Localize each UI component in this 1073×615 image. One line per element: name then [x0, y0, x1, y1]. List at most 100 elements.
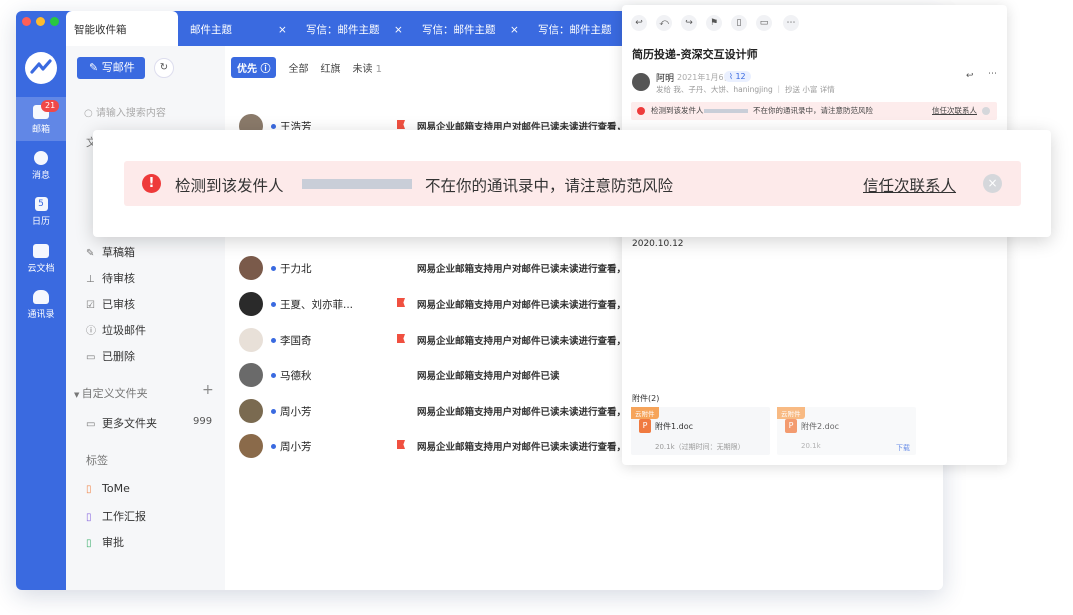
download-link[interactable]: 下载 [896, 443, 910, 453]
ppt-file-icon: P [639, 419, 651, 433]
table-row[interactable]: 王夏、刘亦菲... 网易企业邮箱支持用户对邮件已读未读进行查看，实时 [239, 292, 669, 316]
tag-tome[interactable]: ▯ ToMe [86, 482, 130, 495]
sender-warning-callout: ! 检测到该发件人 不在你的通讯录中，请注意防范风险 信任次联系人 × [93, 130, 1051, 237]
rail-item-docs[interactable]: 云文档 [16, 244, 66, 274]
mail-subject: 网易企业邮箱支持用户对邮件已读未读进行查看，实时 [417, 336, 627, 347]
folder-icon: ▭ [86, 419, 96, 430]
forward-icon[interactable]: ↪ [681, 15, 697, 31]
trash-icon[interactable]: ▭ [756, 15, 772, 31]
reply-all-icon[interactable]: ⤺ [656, 15, 672, 31]
flag-icon[interactable] [397, 120, 405, 129]
search-placeholder: 请输入搜索内容 [95, 108, 166, 119]
close-tab-icon[interactable]: × [278, 11, 287, 46]
minimize-window-button[interactable] [36, 17, 45, 26]
flag-icon[interactable] [397, 334, 405, 343]
unread-dot [271, 338, 276, 343]
flag-icon[interactable] [397, 440, 405, 449]
unread-badge: 21 [41, 100, 60, 112]
tag-label: 审批 [102, 536, 124, 549]
folder-trash[interactable]: ▭ 已删除 [86, 348, 135, 364]
sender-name: 周小芳 [280, 441, 312, 453]
folder-more[interactable]: ▭ 更多文件夹 [86, 415, 157, 431]
recipients-line: 发给 我、子丹、大饼、haningjing ｜ 抄送 小富 详情 [656, 85, 835, 94]
folder-label: 已审核 [102, 298, 135, 311]
warning-prefix: 检测到该发件人 [651, 106, 704, 115]
tab-compose-1[interactable]: 写信：邮件主题 [306, 11, 380, 46]
close-tab-icon[interactable]: × [510, 11, 519, 46]
table-row[interactable]: 周小芳 网易企业邮箱支持用户对邮件已读未读进行查看，实时 [239, 434, 669, 458]
more-icon[interactable]: ⋯ [988, 69, 997, 79]
tab-smart-inbox[interactable]: 智能收件箱 [66, 11, 178, 46]
table-row[interactable]: 周小芳 网易企业邮箱支持用户对邮件已读未读进行查看，实时 [239, 399, 669, 423]
attachment-card[interactable]: 云附件 P 附件2.doc 20.1k 下载 [777, 407, 916, 455]
mail-logo-icon [25, 52, 57, 84]
cloud-attachment-badge: 云附件 [777, 407, 805, 419]
caret-down-icon: ▼ [74, 391, 82, 399]
filter-unread[interactable]: 未读 1 [352, 60, 382, 75]
rail-item-messages[interactable]: 消息 [16, 151, 66, 181]
rail-item-contacts[interactable]: 通讯录 [16, 290, 66, 320]
compose-button[interactable]: ✎ 写邮件 [77, 57, 145, 79]
folder-label: 更多文件夹 [102, 417, 157, 430]
reply-icon[interactable]: ↩ [966, 71, 974, 81]
mail-body-date: 2020.10.12 [632, 239, 684, 249]
rail-item-calendar[interactable]: 5 日历 [16, 197, 66, 227]
attachments-title: 附件(2) [632, 394, 660, 403]
unread-count: 1 [375, 64, 383, 75]
folder-label: 垃圾邮件 [102, 324, 146, 337]
tab-compose-3[interactable]: 写信：邮件主题 [538, 11, 612, 46]
avatar [239, 328, 263, 352]
unread-dot [271, 373, 276, 378]
add-folder-icon[interactable]: + [202, 382, 214, 398]
folder-approved[interactable]: ☑ 已审核 [86, 296, 135, 312]
tag-label: 工作汇报 [102, 510, 146, 523]
table-row[interactable]: 李国奇 网易企业邮箱支持用户对邮件已读未读进行查看，实时 [239, 328, 669, 352]
close-icon[interactable] [982, 107, 990, 115]
search-input[interactable]: ○ 请输入搜索内容 [84, 104, 166, 119]
custom-folder-toggle[interactable]: ▼ 自定义文件夹 [74, 385, 148, 401]
reply-icon[interactable]: ↩ [631, 15, 647, 31]
more-icon[interactable]: ⋯ [783, 15, 799, 31]
close-icon[interactable]: × [983, 174, 1002, 193]
folder-panel: ✎ 写邮件 ↻ ○ 请输入搜索内容 文件夹 ✎草稿箱 ⊥待审核 ☑已审核 ⓘ垃圾… [66, 46, 225, 590]
filter-flagged[interactable]: 红旗 [320, 60, 340, 75]
filter-all[interactable]: 全部 [288, 60, 308, 75]
warning-suffix: 不在你的通讯录中，请注意防范风险 [753, 106, 873, 115]
flag-icon[interactable]: ⚑ [706, 15, 722, 31]
masked-sender [704, 109, 748, 113]
filter-priority[interactable]: 优先 ⓘ [231, 57, 277, 78]
close-tab-icon[interactable]: × [394, 11, 403, 46]
tag-approval[interactable]: ▯ 审批 [86, 534, 124, 550]
table-row[interactable]: 马德秋 网易企业邮箱支持用户对邮件已读 [239, 363, 669, 387]
trust-contact-link[interactable]: 信任次联系人 [932, 102, 977, 120]
search-icon: ○ [84, 108, 96, 119]
sender-warning-bar: 检测到该发件人 不在你的通讯录中，请注意防范风险 信任次联系人 [631, 102, 997, 120]
rail-item-label: 消息 [31, 171, 50, 181]
avatar [239, 363, 263, 387]
sender-name[interactable]: 阿明 [656, 71, 674, 84]
trust-contact-link[interactable]: 信任次联系人 [863, 174, 956, 196]
folder-pending[interactable]: ⊥ 待审核 [86, 270, 135, 286]
flag-icon[interactable] [397, 298, 405, 307]
zoom-window-button[interactable] [50, 17, 59, 26]
table-row[interactable]: 于力北 网易企业邮箱支持用户对邮件已读未读进行查看，实时 [239, 256, 669, 280]
unread-dot [271, 409, 276, 414]
bookmark-icon: ▯ [86, 538, 92, 549]
attachment-card[interactable]: 云附件 P 附件1.doc 20.1k（过期时间：无期限） [631, 407, 770, 455]
tab-compose-2[interactable]: 写信：邮件主题 [422, 11, 496, 46]
bookmark-icon[interactable]: ▯ [731, 15, 747, 31]
rail-item-mail[interactable]: 21 邮箱 [16, 97, 66, 141]
folder-spam[interactable]: ⓘ 垃圾邮件 [86, 322, 146, 338]
sender-name: 王夏、刘亦菲... [280, 299, 354, 311]
bookmark-icon: ▯ [86, 512, 92, 523]
folder-drafts[interactable]: ✎ 草稿箱 [86, 244, 135, 260]
filter-label: 未读 [352, 64, 373, 75]
attachment-count-tag[interactable]: ⌇ 12 [724, 71, 751, 82]
tag-work-report[interactable]: ▯ 工作汇报 [86, 508, 146, 524]
refresh-icon[interactable]: ↻ [154, 58, 174, 78]
sender-name: 周小芳 [280, 406, 312, 418]
tab-mail-subject[interactable]: 邮件主题 [190, 11, 232, 46]
sender-name: 李国奇 [280, 335, 312, 347]
close-window-button[interactable] [22, 17, 31, 26]
window-controls [22, 17, 59, 26]
